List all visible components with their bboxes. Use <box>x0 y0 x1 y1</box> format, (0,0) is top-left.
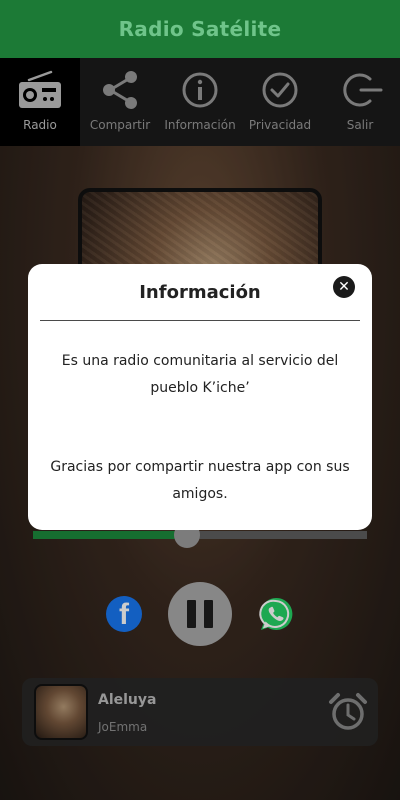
nav-item-informacion[interactable]: Información <box>160 58 240 146</box>
dialog-title: Información <box>139 282 261 303</box>
app-title: Radio Satélite <box>118 17 282 41</box>
nav-item-compartir[interactable]: Compartir <box>80 58 160 146</box>
close-icon[interactable]: ✕ <box>333 276 355 298</box>
app-header: Radio Satélite <box>0 0 400 58</box>
check-circle-icon <box>262 72 298 108</box>
nav-item-privacidad[interactable]: Privacidad <box>240 58 320 146</box>
info-dialog: Información ✕ Es una radio comunitaria a… <box>28 264 372 530</box>
nav-label-salir: Salir <box>346 118 374 132</box>
dialog-message: Es una radio comunitaria al servicio del… <box>61 353 339 396</box>
nav-item-salir[interactable]: Salir <box>320 58 400 146</box>
dialog-thanks: Gracias por compartir nuestra app con su… <box>50 459 350 502</box>
power-icon <box>343 73 383 107</box>
dialog-divider <box>40 320 360 321</box>
radio-icon <box>19 70 61 108</box>
share-icon <box>103 71 137 109</box>
radio-app: Radio Satélite Radio Compartir Informaci… <box>0 0 400 800</box>
nav-item-radio[interactable]: Radio <box>0 58 80 146</box>
nav-label-compartir: Compartir <box>89 118 151 132</box>
top-nav: Radio Compartir Información Privacidad S… <box>0 58 400 146</box>
nav-label-informacion: Información <box>164 118 236 132</box>
nav-label-radio: Radio <box>23 118 57 132</box>
nav-label-privacidad: Privacidad <box>248 118 312 132</box>
info-icon <box>182 72 218 108</box>
